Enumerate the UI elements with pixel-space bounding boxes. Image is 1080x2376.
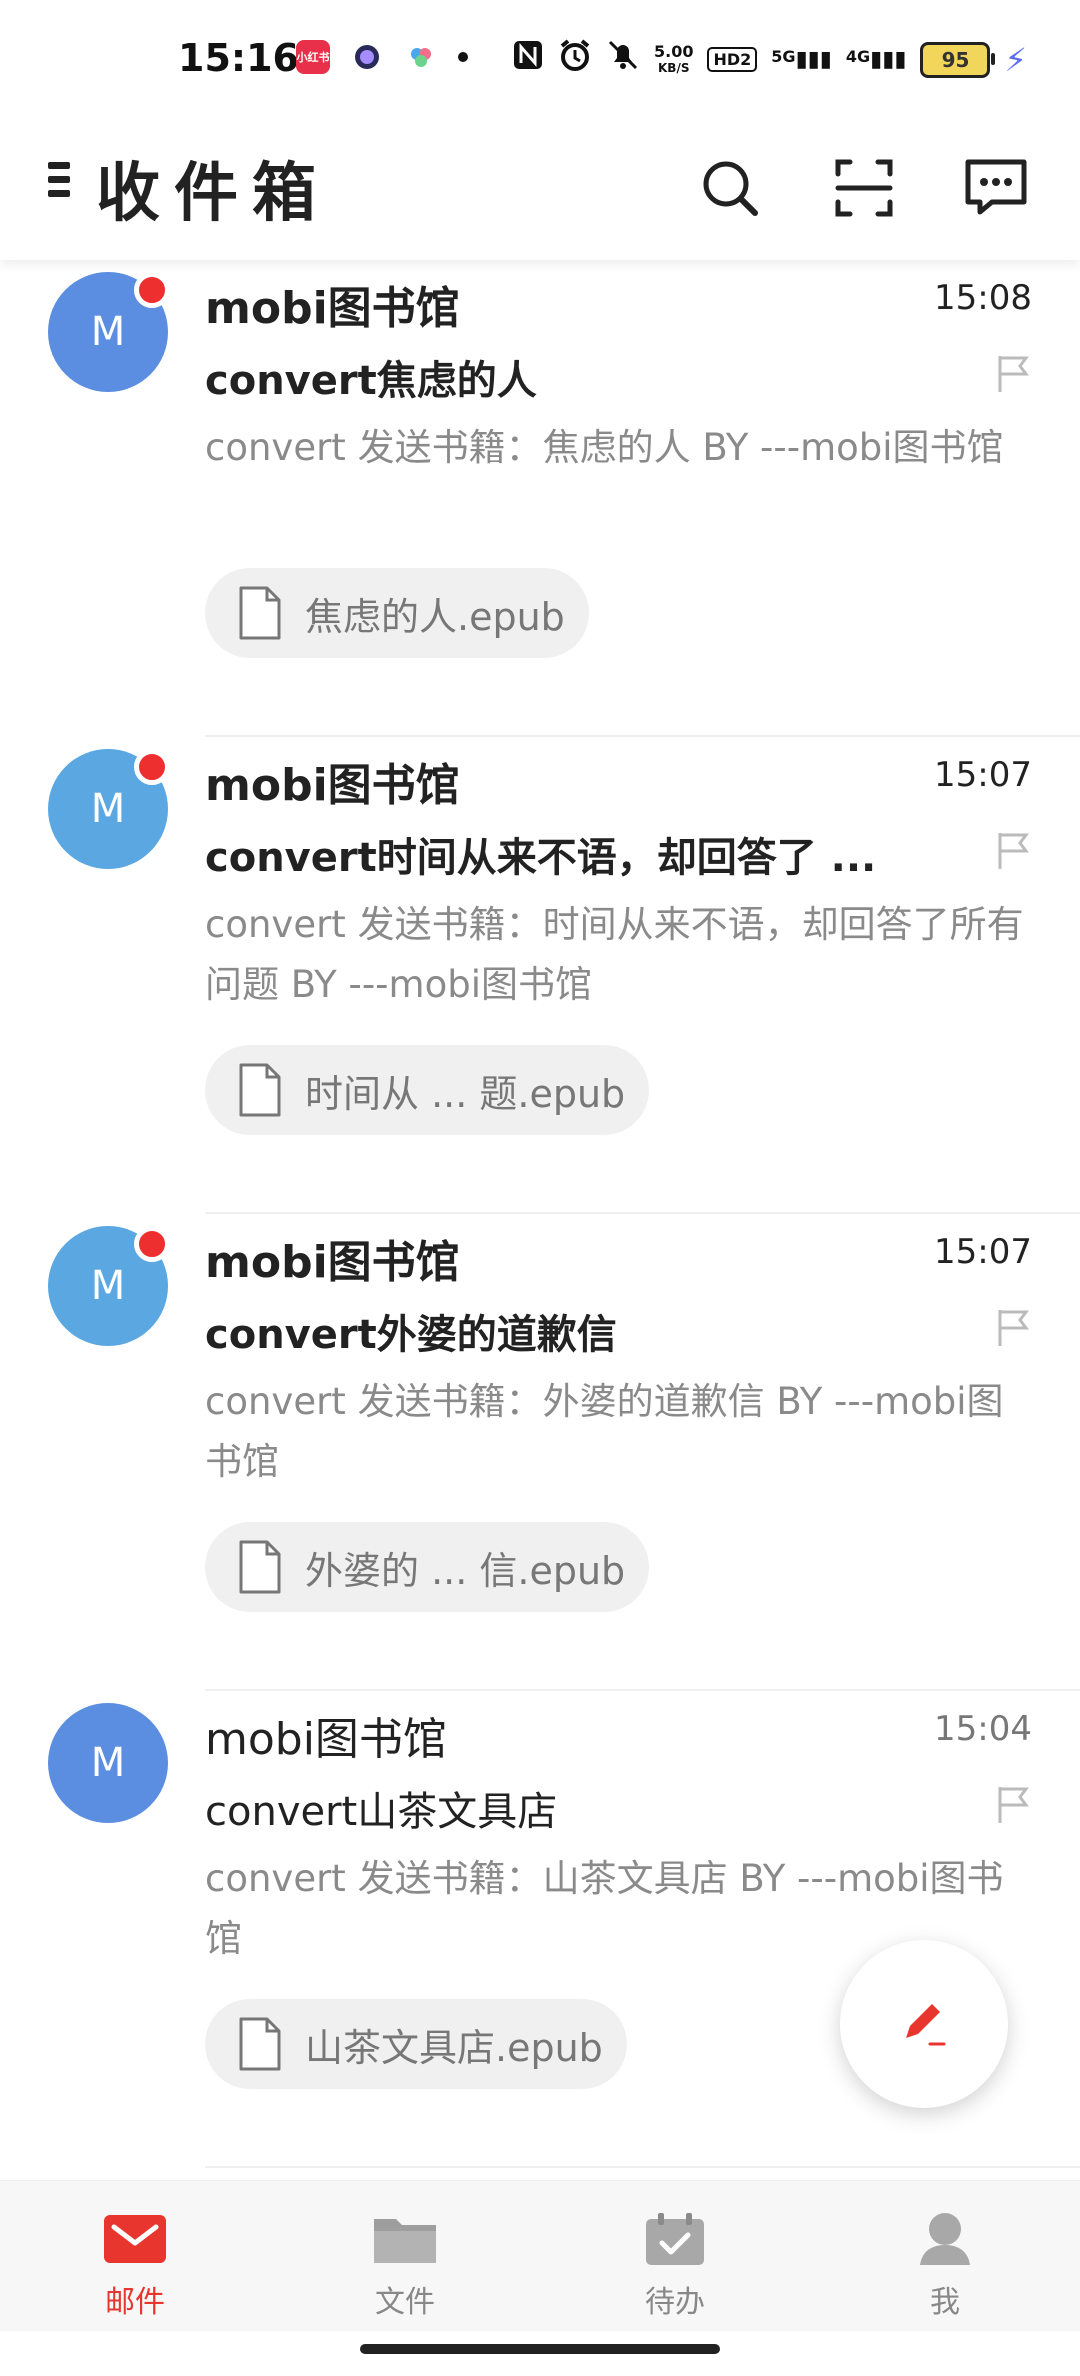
attachment-chip[interactable]: 时间从 ... 题.epub — [205, 1045, 650, 1135]
mail-item[interactable]: M mobi图书馆 15:08 convert焦虑的人 convert 发送书籍… — [0, 260, 1080, 737]
net-speed-value: 5.00 — [654, 41, 694, 61]
avatar: M — [48, 1226, 170, 1346]
nav-label: 我 — [930, 2285, 960, 2320]
nav-mail[interactable]: 邮件 — [0, 2181, 270, 2331]
file-icon — [239, 586, 281, 640]
calendar-check-icon — [646, 2213, 704, 2265]
attachment-chip[interactable]: 焦虑的人.epub — [205, 568, 589, 658]
battery-icon: 95 — [920, 41, 996, 78]
battery-level: 95 — [941, 47, 970, 72]
mail-icon — [104, 2215, 166, 2263]
avatar-letter: M — [90, 1263, 126, 1309]
app-header: 收件箱 — [0, 120, 1080, 260]
mail-sender: mobi图书馆 — [205, 1714, 447, 1765]
user-icon — [920, 2213, 970, 2265]
status-right: 5.00 KB/S HD2 5G▮▮▮ 4G▮▮▮ 95 ⚡ — [512, 38, 1027, 81]
file-icon — [239, 2017, 281, 2071]
mail-subject: convert山茶文具店 — [205, 1789, 558, 1835]
status-bar: 15:16 小红书 5.00 KB/S HD2 5G▮▮▮ 4G▮▮▮ 95 ⚡ — [0, 0, 1080, 120]
mail-time: 15:04 — [934, 1709, 1032, 1749]
notification-dot-icon — [458, 52, 468, 62]
mail-time: 15:08 — [934, 278, 1032, 318]
home-indicator[interactable] — [360, 2344, 720, 2354]
unread-dot — [134, 749, 170, 785]
compose-button[interactable] — [840, 1940, 1008, 2108]
app-cloud-icon — [404, 40, 438, 74]
attachment-chip[interactable]: 山茶文具店.epub — [205, 1999, 627, 2089]
avatar-letter: M — [90, 786, 126, 832]
mail-time: 15:07 — [934, 755, 1032, 795]
mute-bell-icon — [606, 38, 640, 81]
menu-icon[interactable] — [48, 160, 74, 200]
attachment-name: 外婆的 ... 信.epub — [305, 1548, 626, 1593]
pencil-icon — [906, 2004, 946, 2046]
net-speed-unit: KB/S — [658, 60, 690, 75]
nav-todo[interactable]: 待办 — [540, 2181, 810, 2331]
divider — [205, 2166, 1080, 2168]
message-icon[interactable] — [956, 148, 1036, 228]
mail-preview: convert 发送书籍：外婆的道歉信 BY ---mobi图书馆 — [205, 1380, 1004, 1483]
app-orb-icon — [350, 40, 384, 74]
file-icon — [239, 1063, 281, 1117]
unread-dot — [134, 272, 170, 308]
mail-item[interactable]: M mobi图书馆 15:07 convert时间从来不语，却回答了 ... c… — [0, 737, 1080, 1214]
signal-5g-label: 5G — [771, 47, 796, 66]
nav-label: 邮件 — [105, 2285, 165, 2320]
nav-me[interactable]: 我 — [810, 2181, 1080, 2331]
avatar: M — [48, 272, 170, 392]
avatar-letter: M — [90, 1740, 126, 1786]
flag-icon[interactable] — [996, 354, 1032, 394]
attachment-chip[interactable]: 外婆的 ... 信.epub — [205, 1522, 650, 1612]
mail-item[interactable]: M mobi图书馆 15:07 convert外婆的道歉信 convert 发送… — [0, 1214, 1080, 1691]
mail-subject: convert外婆的道歉信 — [205, 1312, 617, 1358]
scan-icon[interactable] — [824, 148, 904, 228]
bottom-nav: 邮件 文件 待办 我 — [0, 2180, 1080, 2331]
avatar: M — [48, 1703, 168, 1823]
signal-4g-label: 4G — [845, 47, 871, 66]
folder-icon — [374, 2219, 436, 2263]
mail-sender: mobi图书馆 — [205, 760, 460, 811]
flag-icon[interactable] — [996, 1785, 1032, 1825]
charging-icon: ⚡ — [1004, 40, 1027, 79]
nav-files[interactable]: 文件 — [270, 2181, 540, 2331]
unread-dot — [134, 1226, 170, 1262]
nav-label: 待办 — [645, 2285, 705, 2320]
search-icon[interactable] — [690, 148, 770, 228]
avatar: M — [48, 749, 170, 869]
signal-5g-icon: 5G▮▮▮ — [771, 47, 832, 72]
status-app-icons: 小红书 — [296, 40, 468, 74]
mail-subject: convert时间从来不语，却回答了 ... — [205, 835, 877, 881]
attachment-name: 山茶文具店.epub — [305, 2025, 603, 2070]
alarm-icon — [558, 38, 592, 81]
file-icon — [239, 1540, 281, 1594]
mail-sender: mobi图书馆 — [205, 1237, 460, 1288]
mail-subject: convert焦虑的人 — [205, 358, 537, 404]
mail-list: M mobi图书馆 15:08 convert焦虑的人 convert 发送书籍… — [0, 260, 1080, 2168]
mail-preview: convert 发送书籍：焦虑的人 BY ---mobi图书馆 — [205, 426, 1004, 469]
nav-label: 文件 — [375, 2285, 435, 2320]
hd-badge: HD2 — [707, 47, 758, 72]
mail-time: 15:07 — [934, 1232, 1032, 1272]
mail-sender: mobi图书馆 — [205, 283, 460, 334]
attachment-name: 焦虑的人.epub — [305, 594, 565, 639]
net-speed: 5.00 KB/S — [654, 41, 694, 76]
flag-icon[interactable] — [996, 1308, 1032, 1348]
flag-icon[interactable] — [996, 831, 1032, 871]
mail-preview: convert 发送书籍：时间从来不语，却回答了所有问题 BY ---mobi图… — [205, 903, 1024, 1006]
signal-4g-icon: 4G▮▮▮ — [845, 47, 907, 72]
nfc-icon — [512, 39, 544, 80]
status-time: 15:16 — [178, 36, 299, 80]
page-title: 收件箱 — [96, 157, 330, 231]
attachment-name: 时间从 ... 题.epub — [305, 1071, 626, 1116]
xiaohongshu-icon: 小红书 — [296, 40, 330, 74]
avatar-letter: M — [90, 309, 126, 355]
